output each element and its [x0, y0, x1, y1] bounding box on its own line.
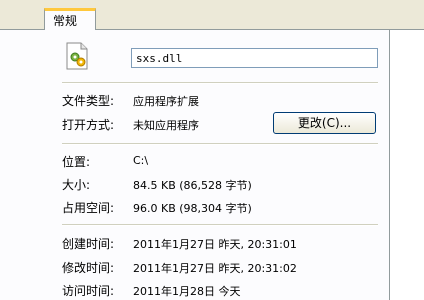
panel-border: [389, 30, 390, 300]
opens-with-label: 打开方式:: [62, 118, 115, 132]
created-value: 2011年1月27日 昨天, 20:31:01: [133, 238, 297, 251]
tab-strip: 常规: [0, 0, 424, 30]
change-button[interactable]: 更改(C)...: [273, 112, 376, 134]
file-type-label: 文件类型:: [62, 94, 115, 108]
dll-file-icon: [66, 42, 88, 70]
location-label: 位置:: [62, 155, 91, 169]
size-label: 大小:: [62, 178, 91, 192]
file-type-value: 应用程序扩展: [133, 95, 199, 108]
separator: [62, 82, 378, 84]
modified-label: 修改时间:: [62, 261, 115, 275]
file-name-field[interactable]: sxs.dll: [131, 48, 378, 68]
separator: [62, 224, 378, 226]
size-on-disk-value: 96.0 KB (98,304 字节): [133, 202, 252, 215]
tab-general[interactable]: 常规: [44, 8, 96, 30]
size-on-disk-label: 占用空间:: [62, 201, 115, 215]
created-label: 创建时间:: [62, 237, 115, 251]
separator: [62, 143, 378, 145]
size-value: 84.5 KB (86,528 字节): [133, 179, 252, 192]
accessed-label: 访问时间:: [62, 284, 115, 298]
tab-general-label: 常规: [53, 14, 78, 28]
accessed-value: 2011年1月28日 今天: [133, 285, 241, 298]
opens-with-value: 未知应用程序: [133, 119, 199, 132]
modified-value: 2011年1月27日 昨天, 20:31:02: [133, 262, 297, 275]
location-value: C:\: [133, 154, 149, 167]
